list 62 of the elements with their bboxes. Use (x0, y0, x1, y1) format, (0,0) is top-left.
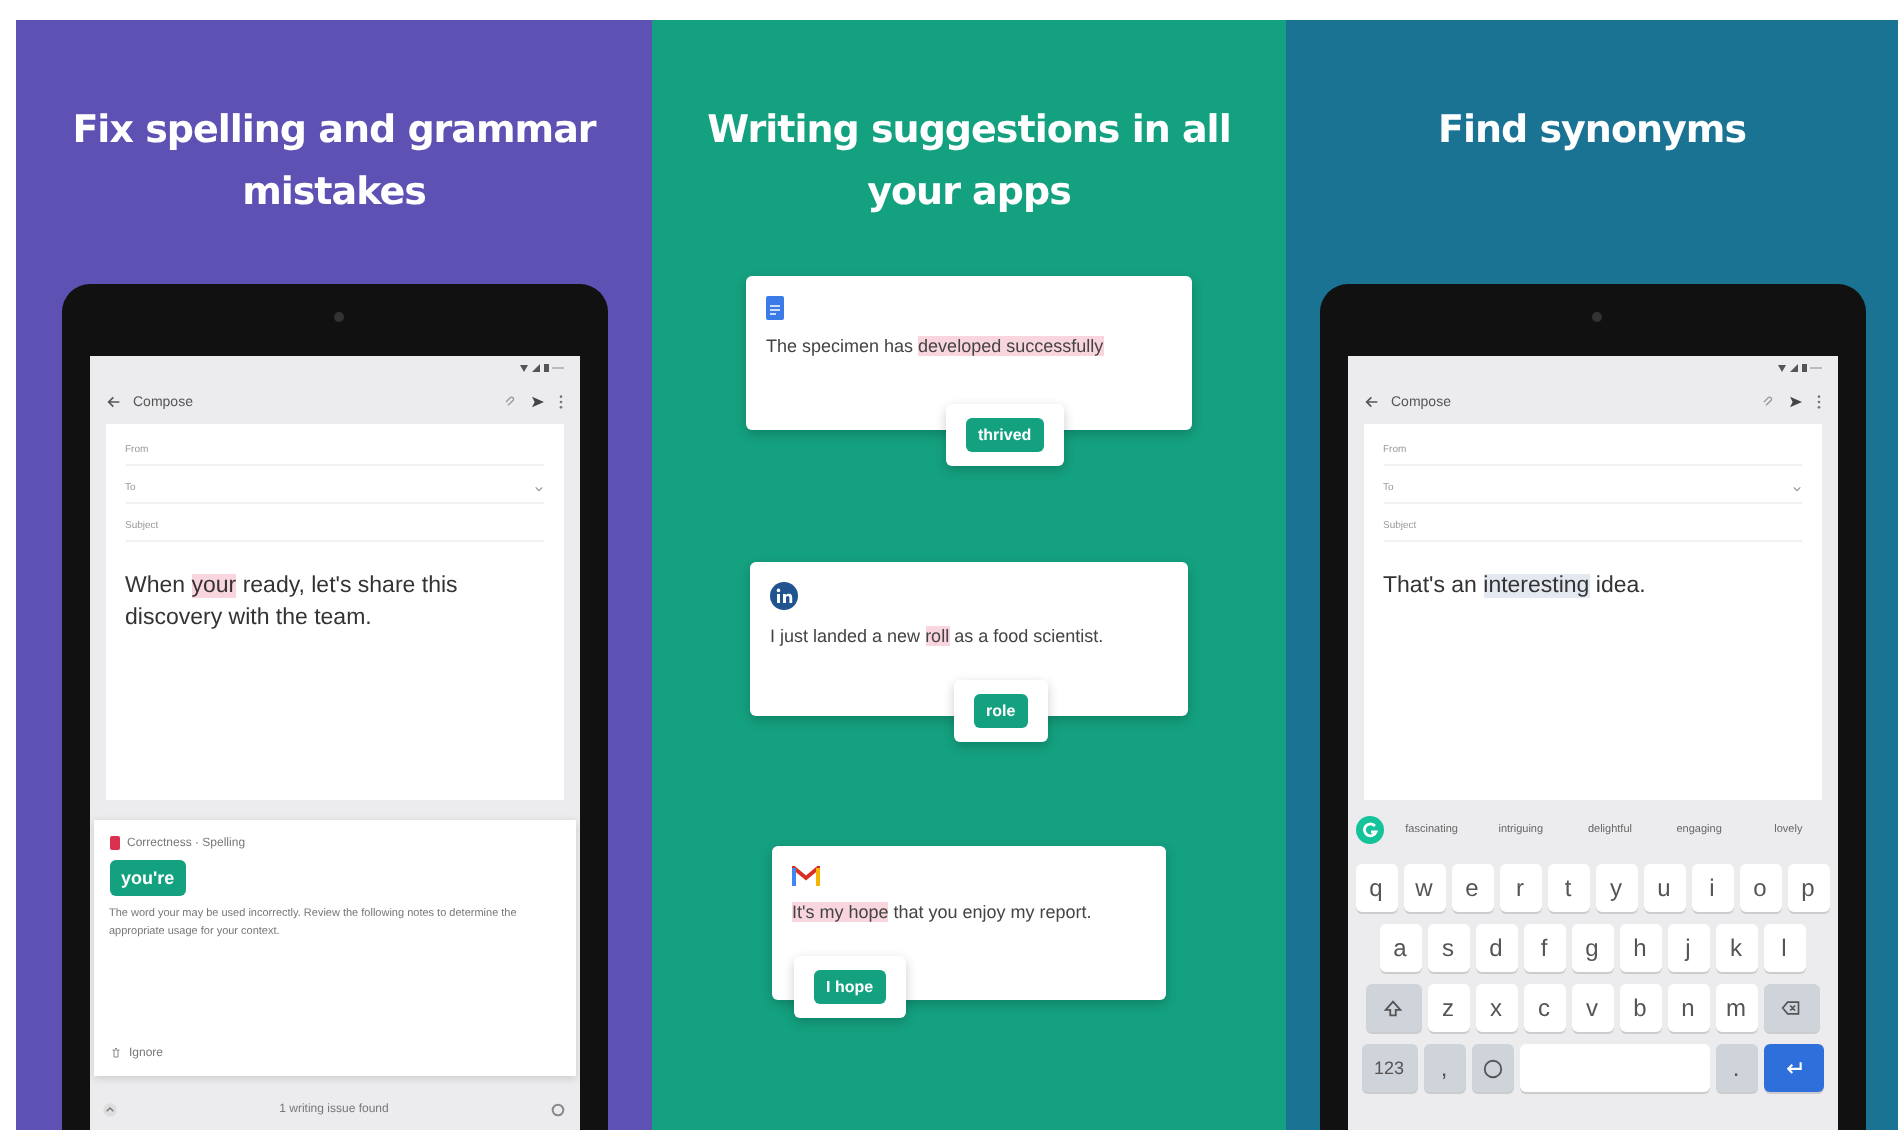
keyboard-key[interactable]: s (1427, 924, 1469, 972)
keyboard-key[interactable]: e (1451, 864, 1493, 912)
panel-heading: Fix spelling and grammar mistakes (70, 106, 599, 218)
comma-key[interactable]: , (1423, 1044, 1465, 1092)
send-icon (1787, 394, 1803, 410)
example-sentence: It's my hope that you enjoy my report. (792, 902, 1094, 922)
linkedin-logo (770, 582, 798, 610)
backspace-icon (1778, 998, 1804, 1018)
example-sentence: I just landed a new roll as a food scientist. (770, 626, 1106, 646)
keyboard-key[interactable]: k (1715, 924, 1757, 972)
keyboard-key[interactable]: h (1619, 924, 1661, 972)
enter-key[interactable] (1763, 1044, 1823, 1092)
shift-icon (1382, 997, 1404, 1019)
keyboard-key[interactable]: q (1355, 864, 1397, 912)
paperclip-icon (501, 394, 517, 410)
keyboard-key[interactable]: i (1691, 864, 1733, 912)
trash-icon (109, 1046, 121, 1060)
email-body-text[interactable]: When your ready, let's share this discovery with the team. (125, 570, 543, 634)
period-key[interactable]: . (1715, 1044, 1757, 1092)
more-icon (557, 394, 563, 410)
keyboard-key[interactable]: g (1571, 924, 1613, 972)
keyboard-key[interactable]: n (1667, 984, 1709, 1032)
keyboard-key[interactable]: z (1427, 984, 1469, 1032)
numbers-key[interactable]: 123 (1361, 1044, 1417, 1092)
back-arrow-icon (105, 394, 121, 410)
keyboard-key[interactable]: l (1763, 924, 1805, 972)
document-icon (766, 296, 784, 320)
enter-icon (1781, 1058, 1805, 1078)
g-logo (1355, 816, 1383, 844)
keyboard-key[interactable]: j (1667, 924, 1709, 972)
panel-heading: Find synonyms (1437, 106, 1747, 156)
keyboard-key[interactable]: o (1739, 864, 1781, 912)
dropdown-caret-icon (533, 483, 543, 493)
emoji-key[interactable] (1471, 1044, 1513, 1092)
more-icon (1815, 394, 1821, 410)
dropdown-caret-icon (1791, 483, 1801, 493)
gmail-logo (792, 866, 820, 886)
keyboard-key[interactable]: t (1547, 864, 1589, 912)
keyboard-key[interactable]: y (1595, 864, 1637, 912)
keyboard-key[interactable]: m (1715, 984, 1757, 1032)
status-icons (1777, 362, 1821, 374)
email-body-text[interactable]: That's an interesting idea. (1383, 570, 1801, 602)
status-icons (519, 362, 563, 374)
send-icon (529, 394, 545, 410)
chevron-up-icon (101, 1102, 117, 1118)
keyboard-key[interactable]: b (1619, 984, 1661, 1032)
keyboard-key[interactable]: a (1379, 924, 1421, 972)
keyboard-key[interactable]: u (1643, 864, 1685, 912)
keyboard-key[interactable]: c (1523, 984, 1565, 1032)
keyboard-key[interactable]: p (1787, 864, 1829, 912)
keyboard-key[interactable]: x (1475, 984, 1517, 1032)
keyboard-key[interactable]: f (1523, 924, 1565, 972)
panel-heading: Writing suggestions in all your apps (705, 106, 1233, 218)
paperclip-icon (1759, 394, 1775, 410)
keyboard-key[interactable]: d (1475, 924, 1517, 972)
keyboard-key[interactable]: w (1403, 864, 1445, 912)
keyboard-key[interactable]: v (1571, 984, 1613, 1032)
example-sentence: The specimen has developed successfully (766, 336, 1106, 356)
backspace-key[interactable] (1763, 984, 1819, 1032)
back-arrow-icon (1363, 394, 1379, 410)
shift-key[interactable] (1365, 984, 1421, 1032)
keyboard-key[interactable]: r (1499, 864, 1541, 912)
